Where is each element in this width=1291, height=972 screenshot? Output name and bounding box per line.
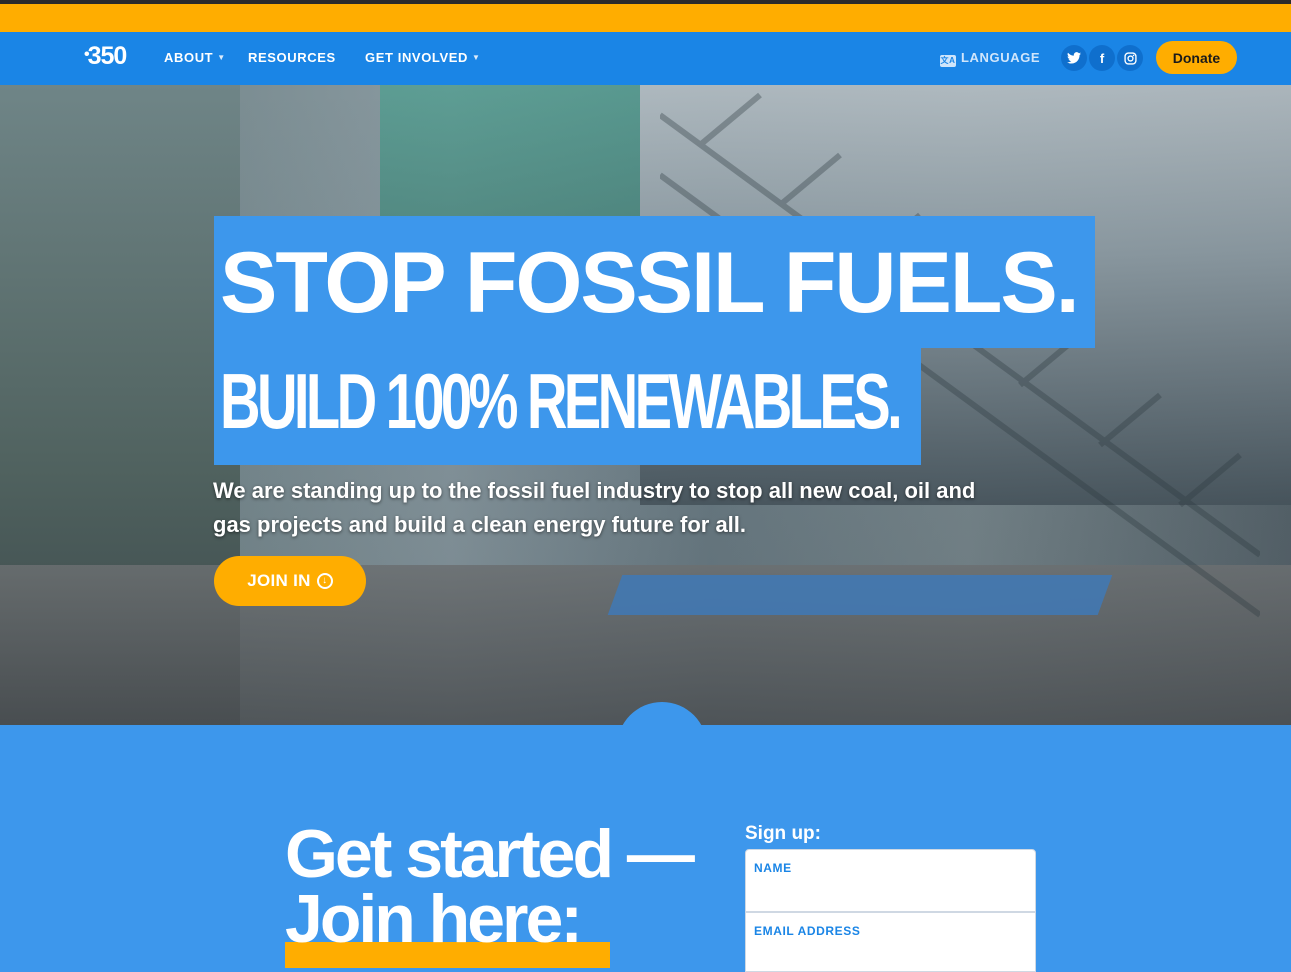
facebook-icon[interactable]: f: [1089, 45, 1115, 71]
twitter-icon[interactable]: [1061, 45, 1087, 71]
logo-350[interactable]: •350: [84, 42, 128, 71]
language-selector[interactable]: 文A LANGUAGE: [940, 50, 1040, 67]
nav-about[interactable]: ABOUT ▼: [164, 50, 226, 65]
join-in-button[interactable]: JOIN IN ↓: [214, 556, 366, 606]
nav-get-involved-label: GET INVOLVED: [365, 50, 469, 65]
sign-up-label: Sign up:: [745, 823, 821, 844]
instagram-icon[interactable]: [1117, 45, 1143, 71]
arrow-down-icon: ↓: [316, 573, 333, 589]
chevron-down-icon: ▼: [217, 53, 226, 62]
name-field-label: NAME: [754, 861, 792, 875]
signup-section: Get started — Join here: Sign up: NAME E…: [0, 725, 1291, 972]
nav-resources-label: RESOURCES: [248, 50, 336, 65]
join-here-heading: Join here:: [285, 881, 583, 957]
join-in-label: JOIN IN: [247, 571, 311, 590]
chevron-down-icon: ▼: [472, 53, 481, 62]
hero-subtitle: We are standing up to the fossil fuel in…: [213, 478, 976, 537]
headline1-text: STOP FOSSIL FUELS.: [220, 235, 1080, 331]
facebook-glyph: f: [1099, 50, 1105, 66]
top-accent-strip: [0, 0, 1291, 32]
nav-resources[interactable]: RESOURCES: [248, 50, 336, 65]
email-field-label: EMAIL ADDRESS: [754, 924, 861, 938]
get-started-heading: Get started —: [285, 816, 695, 892]
language-label: LANGUAGE: [961, 50, 1041, 65]
name-field[interactable]: NAME: [745, 849, 1036, 912]
hero-banner: STOP FOSSIL FUELS. BUILD 100% RENEWABLES…: [0, 85, 1291, 725]
nav-about-label: ABOUT: [164, 50, 214, 65]
nav-get-involved[interactable]: GET INVOLVED ▼: [365, 50, 481, 65]
email-field[interactable]: EMAIL ADDRESS: [745, 912, 1036, 972]
headline2-text: BUILD 100% RENEWABLES.: [220, 357, 903, 445]
translate-icon: 文A: [940, 55, 956, 67]
logo-text: 350: [87, 42, 128, 70]
donate-button[interactable]: Donate: [1156, 41, 1237, 74]
headline-build-renewables: BUILD 100% RENEWABLES.: [214, 348, 921, 465]
headline-stop-fossil-fuels: STOP FOSSIL FUELS.: [214, 216, 1095, 348]
main-navbar: •350 ABOUT ▼ RESOURCES GET INVOLVED ▼ 文A LA…: [0, 32, 1291, 85]
